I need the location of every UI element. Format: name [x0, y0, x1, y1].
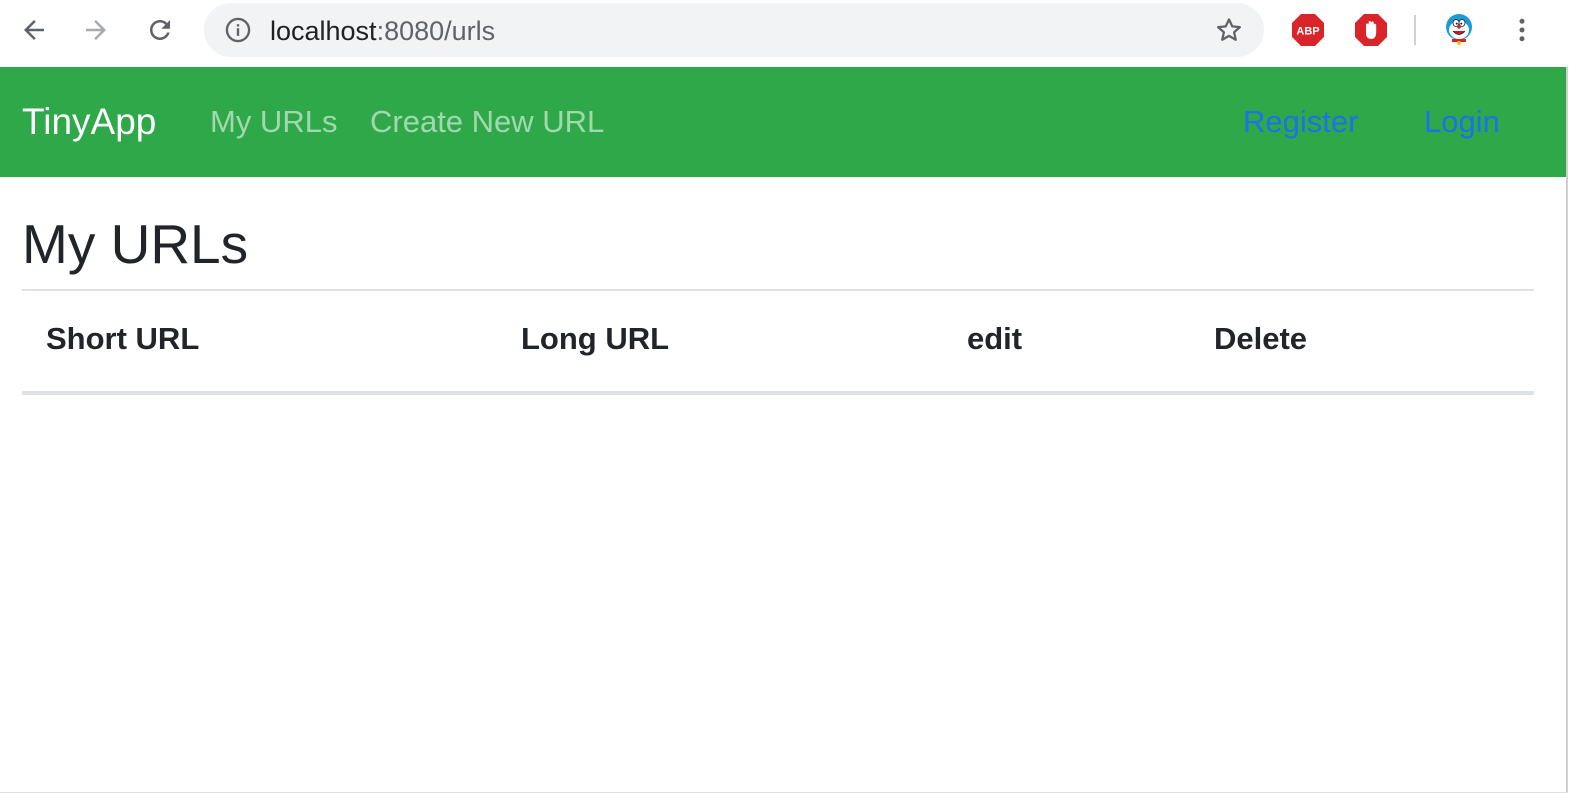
- column-header-long-url: Long URL: [521, 321, 670, 356]
- forward-button[interactable]: [78, 12, 114, 48]
- ublock-extension[interactable]: [1353, 12, 1389, 48]
- abp-label: ABP: [1296, 26, 1319, 38]
- adblock-extension[interactable]: ABP: [1290, 12, 1326, 48]
- browser-menu-button[interactable]: [1504, 12, 1540, 48]
- back-button[interactable]: [16, 12, 52, 48]
- url-path: :8080/urls: [376, 16, 496, 46]
- page-title: My URLs: [22, 213, 249, 275]
- info-icon[interactable]: [224, 16, 252, 49]
- nav-link-login[interactable]: Login: [1424, 104, 1500, 140]
- address-bar[interactable]: localhost:8080/urls: [204, 3, 1264, 57]
- toolbar-separator: [1414, 15, 1416, 45]
- reload-icon: [150, 20, 170, 40]
- nav-link-register[interactable]: Register: [1243, 104, 1358, 140]
- column-header-short-url: Short URL: [46, 321, 200, 356]
- profile-button[interactable]: [1441, 12, 1477, 48]
- app-navbar: TinyApp My URLs Create New URL Register …: [0, 67, 1566, 177]
- nav-link-my-urls[interactable]: My URLs: [210, 104, 337, 140]
- window-edge: [1566, 67, 1568, 793]
- browser-toolbar: localhost:8080/urls ABP: [0, 0, 1568, 67]
- stop-hand-icon: [1355, 14, 1387, 46]
- kebab-menu-icon: [1519, 18, 1525, 42]
- urls-table: Short URL Long URL edit Delete: [22, 289, 1534, 395]
- column-header-edit: edit: [967, 321, 1023, 356]
- arrow-right-icon: [86, 20, 106, 40]
- brand-link[interactable]: TinyApp: [22, 101, 156, 143]
- column-header-delete: Delete: [1214, 321, 1308, 356]
- window-bottom-edge: [0, 792, 1568, 793]
- star-icon[interactable]: [1214, 15, 1244, 50]
- avatar-icon: [1446, 14, 1472, 45]
- abp-icon: ABP: [1292, 14, 1324, 46]
- url-host: localhost: [270, 16, 377, 46]
- url-text[interactable]: localhost:8080/urls: [270, 16, 495, 46]
- nav-link-create-new-url[interactable]: Create New URL: [370, 104, 604, 140]
- arrow-left-icon: [24, 20, 44, 40]
- reload-button[interactable]: [142, 12, 178, 48]
